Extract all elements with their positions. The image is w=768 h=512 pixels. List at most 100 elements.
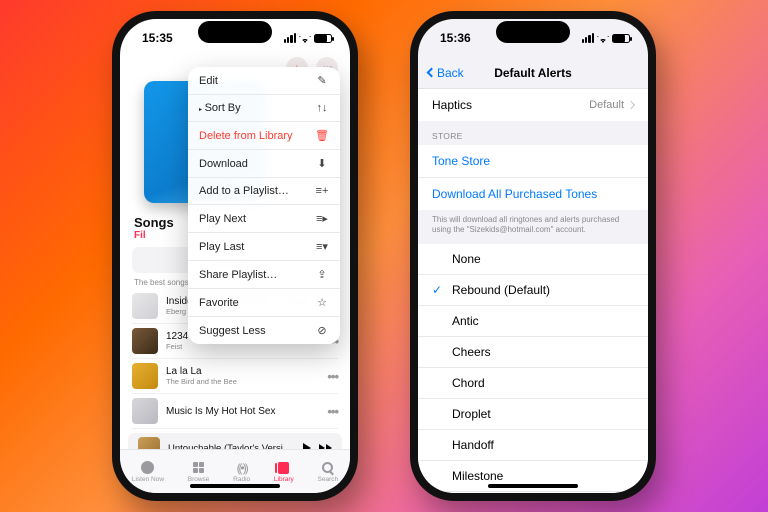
tone-label: Chord bbox=[452, 376, 485, 390]
tone-label: Cheers bbox=[452, 345, 491, 359]
tone-row[interactable]: Chord bbox=[418, 368, 648, 399]
menu-sort-by[interactable]: ▸ Sort By ↑↓ bbox=[188, 95, 340, 122]
menu-play-next[interactable]: Play Next ≡▸ bbox=[188, 205, 340, 233]
haptics-group: Haptics Default bbox=[418, 89, 648, 121]
tab-listen-now[interactable]: Listen Now bbox=[132, 461, 164, 483]
share-icon: ⇪ bbox=[315, 268, 329, 281]
menu-play-last[interactable]: Play Last ≡▾ bbox=[188, 233, 340, 261]
play-next-icon: ≡▸ bbox=[315, 212, 329, 225]
row-label: Haptics bbox=[432, 98, 472, 112]
song-title: Music Is My Hot Hot Sex bbox=[166, 406, 319, 417]
cellular-icon bbox=[582, 33, 594, 43]
tab-library[interactable]: Library bbox=[274, 461, 294, 483]
back-label: Back bbox=[437, 66, 464, 80]
phone-left: 15:35 ↓ ••• Songs Fil bbox=[112, 11, 358, 501]
tab-browse[interactable]: Browse bbox=[188, 461, 210, 483]
checkmark-icon: ✓ bbox=[432, 283, 446, 297]
tone-label: None bbox=[452, 252, 481, 266]
menu-label: Favorite bbox=[199, 297, 239, 309]
status-time: 15:36 bbox=[440, 31, 471, 45]
menu-label: Share Playlist… bbox=[199, 269, 277, 281]
page-title: Default Alerts bbox=[494, 66, 572, 80]
tone-row[interactable]: None bbox=[418, 244, 648, 275]
song-row[interactable]: La la LaThe Bird and the Bee••• bbox=[132, 359, 338, 394]
wifi-icon bbox=[299, 33, 311, 43]
tone-row[interactable]: Antic bbox=[418, 306, 648, 337]
tone-row[interactable]: Handoff bbox=[418, 430, 648, 461]
menu-add-playlist[interactable]: Add to a Playlist…≡+ bbox=[188, 178, 340, 205]
nav-bar: Back Default Alerts bbox=[418, 57, 648, 89]
menu-label: Play Last bbox=[199, 241, 244, 253]
tone-row[interactable]: Droplet bbox=[418, 399, 648, 430]
sort-icon: ↑↓ bbox=[315, 102, 329, 114]
haptics-row[interactable]: Haptics Default bbox=[418, 89, 648, 121]
song-artwork bbox=[132, 363, 158, 389]
wifi-icon bbox=[597, 33, 609, 43]
status-indicators bbox=[582, 33, 630, 43]
store-group: Tone Store Download All Purchased Tones bbox=[418, 145, 648, 210]
play-last-icon: ≡▾ bbox=[315, 240, 329, 253]
chevron-left-icon bbox=[427, 68, 437, 78]
tone-label: Handoff bbox=[452, 438, 494, 452]
tab-search[interactable]: Search bbox=[318, 461, 339, 483]
tab-label: Library bbox=[274, 476, 294, 483]
row-value: Default bbox=[589, 99, 624, 111]
tone-label: Rebound (Default) bbox=[452, 283, 550, 297]
chevron-right-icon bbox=[627, 101, 635, 109]
dynamic-island bbox=[496, 21, 570, 43]
download-all-row[interactable]: Download All Purchased Tones bbox=[418, 178, 648, 210]
tone-label: Droplet bbox=[452, 407, 491, 421]
menu-label: ▸ Sort By bbox=[199, 102, 241, 114]
tone-label: Antic bbox=[452, 314, 479, 328]
song-more-button[interactable]: ••• bbox=[327, 369, 338, 384]
dynamic-island bbox=[198, 21, 272, 43]
song-artist: The Bird and the Bee bbox=[166, 377, 319, 386]
suggest-less-icon: ⊘ bbox=[315, 324, 329, 337]
tone-store-row[interactable]: Tone Store bbox=[418, 145, 648, 178]
home-indicator[interactable] bbox=[488, 484, 578, 488]
row-label: Download All Purchased Tones bbox=[432, 187, 597, 201]
star-icon: ☆ bbox=[315, 296, 329, 309]
store-footnote: This will download all ringtones and ale… bbox=[418, 210, 648, 244]
playlist-add-icon: ≡+ bbox=[315, 185, 329, 197]
menu-delete[interactable]: Delete from Library 🗑 bbox=[188, 122, 340, 150]
context-menu: Edit ✎ ▸ Sort By ↑↓ Delete from Library 🗑 D… bbox=[188, 67, 340, 344]
tone-row[interactable]: Note bbox=[418, 492, 648, 493]
menu-label: Suggest Less bbox=[199, 325, 266, 337]
trash-icon: 🗑 bbox=[315, 129, 329, 142]
pencil-icon: ✎ bbox=[315, 74, 329, 87]
tone-row[interactable]: Cheers bbox=[418, 337, 648, 368]
listen-now-icon bbox=[141, 461, 154, 474]
tab-label: Browse bbox=[188, 476, 210, 483]
song-artwork bbox=[132, 398, 158, 424]
settings-screen: 15:36 Back Default Alerts Haptics Defaul… bbox=[418, 19, 648, 493]
status-indicators bbox=[284, 33, 332, 43]
home-indicator[interactable] bbox=[190, 484, 280, 488]
song-more-button[interactable]: ••• bbox=[327, 404, 338, 419]
song-row[interactable]: Music Is My Hot Hot Sex ••• bbox=[132, 394, 338, 429]
status-time: 15:35 bbox=[142, 31, 173, 45]
menu-suggest-less[interactable]: Suggest Less ⊘ bbox=[188, 317, 340, 344]
download-icon: ⬇ bbox=[315, 157, 329, 170]
song-artwork bbox=[132, 328, 158, 354]
menu-label: Delete from Library bbox=[199, 130, 293, 142]
tab-label: Search bbox=[318, 476, 339, 483]
tab-radio[interactable]: ((•))Radio bbox=[233, 461, 250, 483]
tone-row[interactable]: ✓ Rebound (Default) bbox=[418, 275, 648, 306]
tab-label: Listen Now bbox=[132, 476, 164, 483]
menu-label: Download bbox=[199, 158, 248, 170]
back-button[interactable]: Back bbox=[428, 66, 464, 80]
cellular-icon bbox=[284, 33, 296, 43]
menu-download[interactable]: Download ⬇ bbox=[188, 150, 340, 178]
battery-icon bbox=[612, 34, 630, 43]
music-app-screen: 15:35 ↓ ••• Songs Fil bbox=[120, 19, 350, 493]
tone-label: Milestone bbox=[452, 469, 503, 483]
song-artwork bbox=[132, 293, 158, 319]
menu-edit[interactable]: Edit ✎ bbox=[188, 67, 340, 95]
menu-label: Edit bbox=[199, 75, 218, 87]
menu-label: Play Next bbox=[199, 213, 246, 225]
menu-share[interactable]: Share Playlist… ⇪ bbox=[188, 261, 340, 289]
phone-right: 15:36 Back Default Alerts Haptics Defaul… bbox=[410, 11, 656, 501]
radio-icon: ((•)) bbox=[234, 461, 250, 475]
menu-favorite[interactable]: Favorite ☆ bbox=[188, 289, 340, 317]
